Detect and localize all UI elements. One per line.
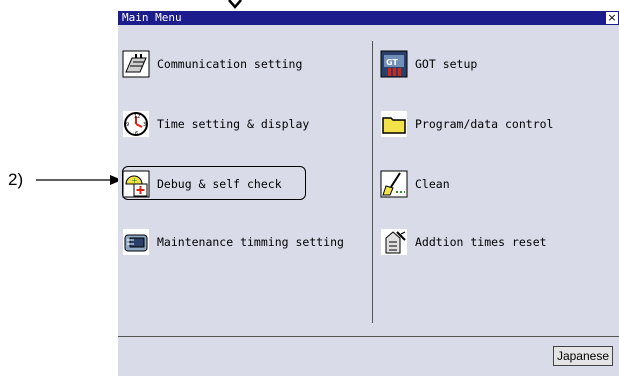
svg-text:12: 12 <box>134 114 140 120</box>
reset-icon <box>380 228 408 256</box>
menu-item-debug-self-check[interactable]: + Debug & self check <box>122 168 282 200</box>
menu-item-time-setting[interactable]: 12 9 3 6 Time setting & display <box>122 108 309 140</box>
column-divider <box>372 41 373 323</box>
svg-text:9: 9 <box>126 122 129 128</box>
menu-item-communication-setting[interactable]: Communication setting <box>122 48 302 80</box>
down-arrow-icon <box>228 0 242 9</box>
got-setup-icon: GT <box>380 50 408 78</box>
menu-item-label: Debug & self check <box>157 177 282 191</box>
svg-text:GT: GT <box>386 58 398 67</box>
menu-item-label: Clean <box>415 177 450 191</box>
callout-label: 2) <box>8 170 24 189</box>
menu-item-program-data-control[interactable]: Program/data control <box>380 108 553 140</box>
menu-item-label: Program/data control <box>415 117 554 131</box>
menu-item-label: GOT setup <box>415 57 478 71</box>
svg-text:3: 3 <box>143 122 146 128</box>
footer-divider <box>118 336 619 337</box>
menu-item-label: Addtion times reset <box>415 235 547 249</box>
menu-item-label: Time setting & display <box>157 117 310 131</box>
close-button[interactable]: × <box>606 12 618 24</box>
svg-text:6: 6 <box>135 131 138 137</box>
japanese-button[interactable]: Japanese <box>552 346 613 366</box>
window-title: Main Menu <box>122 11 182 24</box>
menu-item-got-setup[interactable]: GT GOT setup <box>380 48 477 80</box>
menu-item-label: Maintenance timming setting <box>157 235 344 249</box>
clock-icon: 12 9 3 6 <box>122 110 150 138</box>
broom-icon <box>380 170 408 198</box>
debug-icon: + <box>122 170 150 198</box>
maintenance-icon <box>122 228 150 256</box>
menu-item-maintenance-timming[interactable]: Maintenance timming setting <box>122 226 344 258</box>
folder-icon <box>380 110 408 138</box>
main-menu-window: Main Menu × Communication setting 12 9 3… <box>118 11 619 376</box>
menu-item-addtion-times-reset[interactable]: Addtion times reset <box>380 226 547 258</box>
menu-item-label: Communication setting <box>157 57 303 71</box>
callout-arrow <box>36 175 122 185</box>
communication-icon <box>122 50 150 78</box>
menu-item-clean[interactable]: Clean <box>380 168 450 200</box>
title-bar: Main Menu × <box>118 11 619 25</box>
